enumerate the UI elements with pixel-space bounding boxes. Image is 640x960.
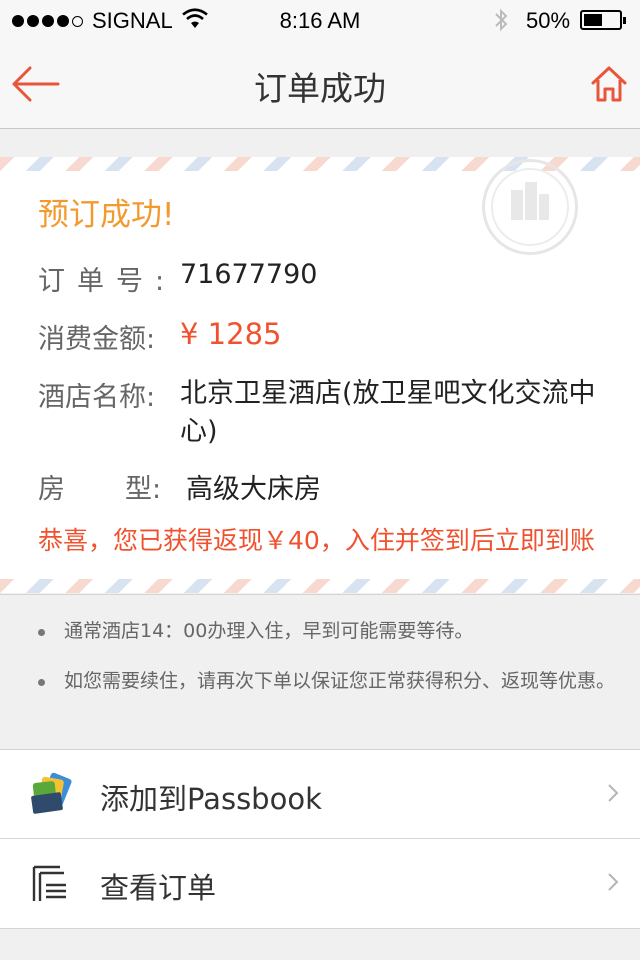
note-item: 通常酒店14：00办理入住，早到可能需要等待。 (38, 617, 618, 646)
amount-value: ¥ 1285 (180, 317, 282, 351)
view-order-button[interactable]: 查看订单 (0, 839, 640, 927)
bullet-icon (38, 679, 45, 686)
action-menu: 添加到Passbook 查看订单 (0, 750, 640, 929)
order-list-icon (32, 865, 66, 901)
room-type-value: 高级大床房 (186, 474, 321, 505)
note-text: 如您需要续住，请再次下单以保证您正常获得积分、返现等优惠。 (64, 670, 616, 692)
passbook-label: 添加到Passbook (100, 782, 322, 816)
hotel-name-label: 酒店名称: (38, 382, 156, 413)
note-text: 通常酒店14：00办理入住，早到可能需要等待。 (64, 620, 474, 642)
status-bar: SIGNAL 8:16 AM 50% (0, 0, 640, 40)
nav-bar: 订单成功 (0, 40, 640, 129)
hotel-stamp-icon (482, 159, 578, 255)
success-title: 预订成功! (38, 197, 175, 233)
view-order-label: 查看订单 (100, 871, 217, 905)
order-number-label: 订单号: (38, 266, 177, 297)
bullet-icon (38, 629, 45, 636)
order-number-value: 71677790 (180, 259, 318, 290)
note-item: 如您需要续住，请再次下单以保证您正常获得积分、返现等优惠。 (38, 667, 618, 696)
page-title: 订单成功 (254, 69, 386, 108)
amount-label: 消费金额: (38, 324, 156, 355)
chevron-right-icon (608, 784, 619, 802)
home-icon[interactable] (590, 64, 628, 104)
battery-percent: 50% (526, 8, 571, 33)
hotel-name-value: 北京卫星酒店(放卫星吧文化交流中心) (180, 378, 596, 447)
order-card: 预订成功! 订单号: 71677790 消费金额: ¥ 1285 酒店名称: 北… (0, 157, 640, 593)
notes-section: 通常酒店14：00办理入住，早到可能需要等待。 如您需要续住，请再次下单以保证您… (0, 594, 640, 750)
room-type-label: 房型: (38, 474, 162, 505)
add-to-passbook-button[interactable]: 添加到Passbook (0, 750, 640, 839)
chevron-right-icon (608, 873, 619, 891)
passbook-icon (31, 772, 72, 814)
cashback-message: 恭喜，您已获得返现￥40，入住并签到后立即到账 (38, 526, 595, 555)
battery-icon (580, 10, 626, 30)
airmail-border-bottom (0, 579, 640, 593)
bluetooth-icon (495, 8, 508, 32)
